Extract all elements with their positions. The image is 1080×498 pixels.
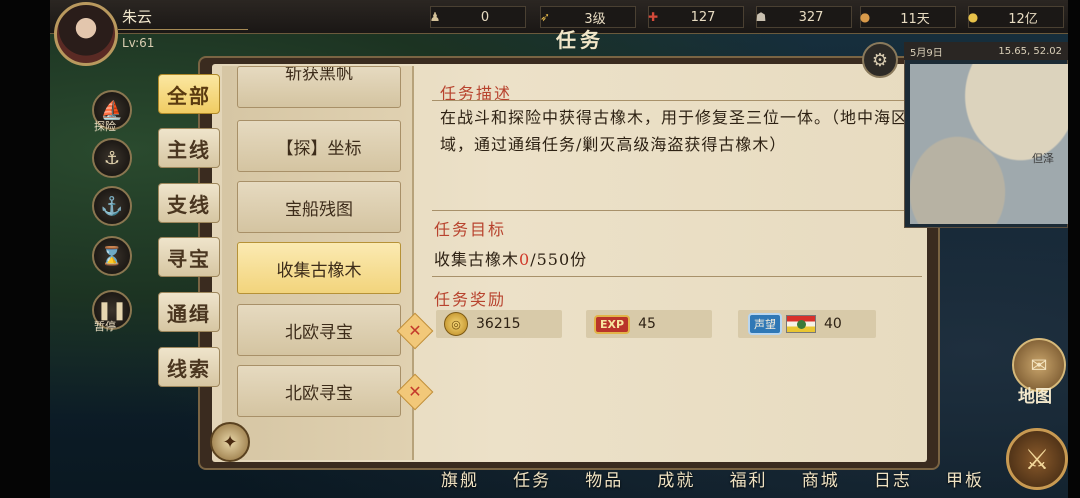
reward-gold: ◎ 36215 [436, 310, 562, 338]
minimap-date: 5月9日 [910, 47, 943, 59]
category-tab[interactable]: 线索 [158, 347, 220, 387]
resource-value: 11天 [900, 11, 930, 27]
resource-gold[interactable]: ● 12亿 [968, 6, 1064, 28]
bottom-nav-item[interactable]: 日志 [858, 466, 928, 498]
resource-crew[interactable]: ✚ 127 [648, 6, 744, 28]
player-name: 朱云 [122, 8, 153, 26]
minimap-coords: 15.65, 52.02 [998, 45, 1062, 57]
quest-list-item[interactable]: 宝船残图 [237, 181, 401, 233]
quest-description: 在战斗和探险中获得古橡木，用于修复圣三位一体。（地中海区域，通过通缉任务/剿灭高… [440, 108, 909, 154]
settings-gear-icon[interactable]: ⚙ [862, 42, 898, 78]
goal-current: 0 [519, 250, 531, 269]
goal-total: /550份 [530, 250, 588, 269]
nation-flag-icon [786, 315, 816, 333]
divider [432, 210, 922, 211]
resource-food[interactable]: ● 11天 [860, 6, 956, 28]
reward-reputation: 声望 40 [738, 310, 876, 338]
divider [432, 100, 922, 101]
category-tab[interactable]: 主线 [158, 128, 220, 168]
officer-icon: ☗ [755, 10, 767, 24]
gold-coin-icon: ◎ [444, 312, 468, 336]
goal-title: 任务目标 [434, 220, 507, 239]
quest-cancel-glyph: ✕ [408, 382, 422, 401]
food-icon: ● [859, 10, 871, 24]
minimap-map[interactable] [910, 64, 1068, 224]
reputation-icon: 声望 [748, 313, 782, 335]
bottom-nav-item[interactable]: 旗舰 [425, 466, 495, 498]
screen-edge-right [1068, 0, 1080, 498]
player-avatar[interactable] [54, 2, 118, 66]
divider [432, 276, 922, 277]
resource-value: 127 [690, 9, 716, 25]
ship-icon[interactable]: ⚓︎ [92, 138, 132, 178]
reward-rep-value: 40 [824, 316, 842, 332]
goal-prefix: 收集古橡木 [434, 250, 520, 269]
quest-list-item[interactable]: 北欧寻宝 [237, 304, 401, 356]
page-title: 任务 [556, 28, 604, 52]
bottom-nav-item[interactable]: 甲板 [930, 466, 1000, 498]
map-button-label[interactable]: 地图 [1018, 382, 1052, 407]
quest-list-item[interactable]: 斩获黑帆 [237, 66, 401, 108]
combat-button[interactable]: ⚔ [1006, 428, 1068, 490]
quest-list-item[interactable]: 收集古橡木 [237, 242, 401, 294]
reward-exp-value: 45 [638, 316, 656, 332]
compass-icon[interactable]: ✦ [210, 422, 250, 462]
side-icon-label: 暂停 [94, 320, 116, 333]
resource-value: 0 [480, 9, 490, 25]
minimap-header: 5月9日 15.65, 52.02 [904, 42, 1068, 60]
bottom-nav-item[interactable]: 任务 [497, 466, 567, 498]
quest-list-item[interactable]: 【探】坐标 [237, 120, 401, 172]
bottom-nav-item[interactable]: 物品 [569, 466, 639, 498]
category-tab[interactable]: 通缉 [158, 292, 220, 332]
reward-gold-value: 36215 [476, 316, 521, 332]
resource-value: 12亿 [1008, 11, 1038, 27]
resource-officer[interactable]: ☗ 327 [756, 6, 852, 28]
reward-title: 任务奖励 [434, 290, 507, 309]
exp-icon: EXP [594, 314, 631, 334]
minimap-place: 但泽 [1032, 152, 1054, 165]
side-icon-label: 探险 [94, 120, 116, 133]
gold-icon: ● [967, 10, 979, 24]
category-tab[interactable]: 全部 [158, 74, 220, 114]
screen-edge-left [0, 0, 50, 498]
bottom-nav-item[interactable]: 商城 [786, 466, 856, 498]
category-tab[interactable]: 寻宝 [158, 237, 220, 277]
quest-goal: 收集古橡木0/550份 [434, 246, 587, 270]
bottom-nav-item[interactable]: 成就 [641, 466, 711, 498]
anchor-icon[interactable]: ⚓ [92, 186, 132, 226]
hourglass-icon[interactable]: ⌛ [92, 236, 132, 276]
player-level: Lv:61 [122, 36, 155, 50]
bottom-nav: 旗舰 任务 物品 成就 福利 商城 日志 甲板 [425, 466, 1000, 498]
sailor-icon: ♟ [429, 10, 441, 24]
resource-value: 327 [798, 9, 824, 25]
category-tab[interactable]: 支线 [158, 183, 220, 223]
quest-cancel-glyph: ✕ [408, 321, 422, 340]
reward-exp: EXP 45 [586, 310, 712, 338]
quest-list-item[interactable]: 北欧寻宝 [237, 365, 401, 417]
bottom-nav-item[interactable]: 福利 [714, 466, 784, 498]
